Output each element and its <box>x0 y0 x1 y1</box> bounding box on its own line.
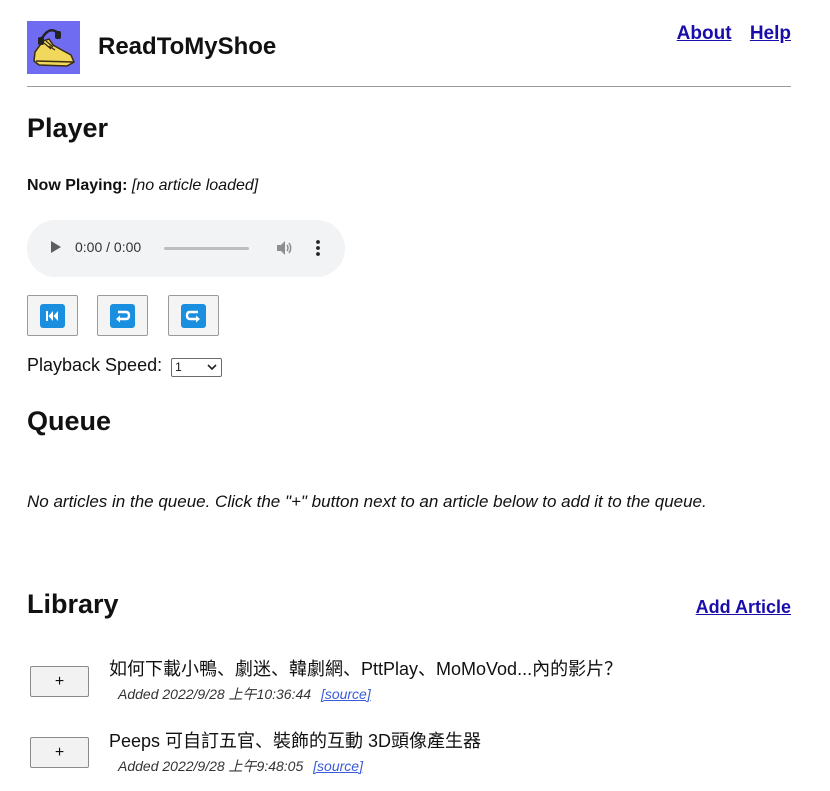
audio-time: 0:00 / 0:00 <box>75 239 142 255</box>
play-icon[interactable] <box>51 241 61 253</box>
article-meta: Added 2022/9/28 上午10:36:44 [source] <box>118 684 371 704</box>
skip-back-button[interactable] <box>27 295 78 336</box>
queue-heading: Queue <box>27 406 112 436</box>
player-heading: Player <box>27 113 109 143</box>
source-link[interactable]: [source] <box>313 758 363 774</box>
volume-icon[interactable] <box>274 238 294 258</box>
add-to-queue-button[interactable]: + <box>30 666 89 697</box>
forward-icon <box>181 304 206 328</box>
page: ReadToMyShoe About Help Player Now Playi… <box>27 0 791 774</box>
audio-player[interactable]: 0:00 / 0:00 <box>27 220 345 277</box>
chevron-down-icon <box>207 364 217 370</box>
article-title: Peeps 可自訂五官、裝飾的互動 3D頭像產生器 <box>109 731 482 751</box>
about-link[interactable]: About <box>677 23 732 44</box>
playback-speed-select[interactable]: 1 <box>171 357 223 377</box>
forward-button[interactable] <box>168 295 219 336</box>
queue-empty-message: No articles in the queue. Click the "+" … <box>27 492 707 511</box>
now-playing-value: [no article loaded] <box>131 177 259 194</box>
now-playing-label: Now Playing: <box>27 177 128 194</box>
more-options-icon[interactable] <box>314 238 322 258</box>
article-title: 如何下載小鴨、劇迷、韓劇網、PttPlay、MoMoVod...內的影片？ <box>109 659 623 679</box>
skip-back-icon <box>40 304 65 328</box>
top-nav: About Help <box>664 23 791 45</box>
article-added-date: Added 2022/9/28 上午10:36:44 <box>118 686 312 702</box>
sneaker-icon <box>27 21 80 74</box>
help-link[interactable]: Help <box>750 23 791 44</box>
rewind-icon <box>110 304 135 328</box>
audio-progress-track[interactable] <box>164 247 249 250</box>
add-article-link[interactable]: Add Article <box>696 597 791 618</box>
now-playing: Now Playing: [no article loaded] <box>27 177 258 195</box>
rewind-button[interactable] <box>97 295 148 336</box>
header: ReadToMyShoe About Help <box>27 0 791 87</box>
article-meta: Added 2022/9/28 上午9:48:05 [source] <box>118 756 363 776</box>
playback-speed-value: 1 <box>175 359 182 374</box>
article-added-date: Added 2022/9/28 上午9:48:05 <box>118 758 304 774</box>
add-to-queue-button[interactable]: + <box>30 737 89 768</box>
app-title: ReadToMyShoe <box>98 33 277 60</box>
playback-speed: Playback Speed: 1 <box>27 355 223 377</box>
library-heading: Library <box>27 589 119 619</box>
source-link[interactable]: [source] <box>321 686 371 702</box>
playback-speed-label: Playback Speed: <box>27 355 163 375</box>
